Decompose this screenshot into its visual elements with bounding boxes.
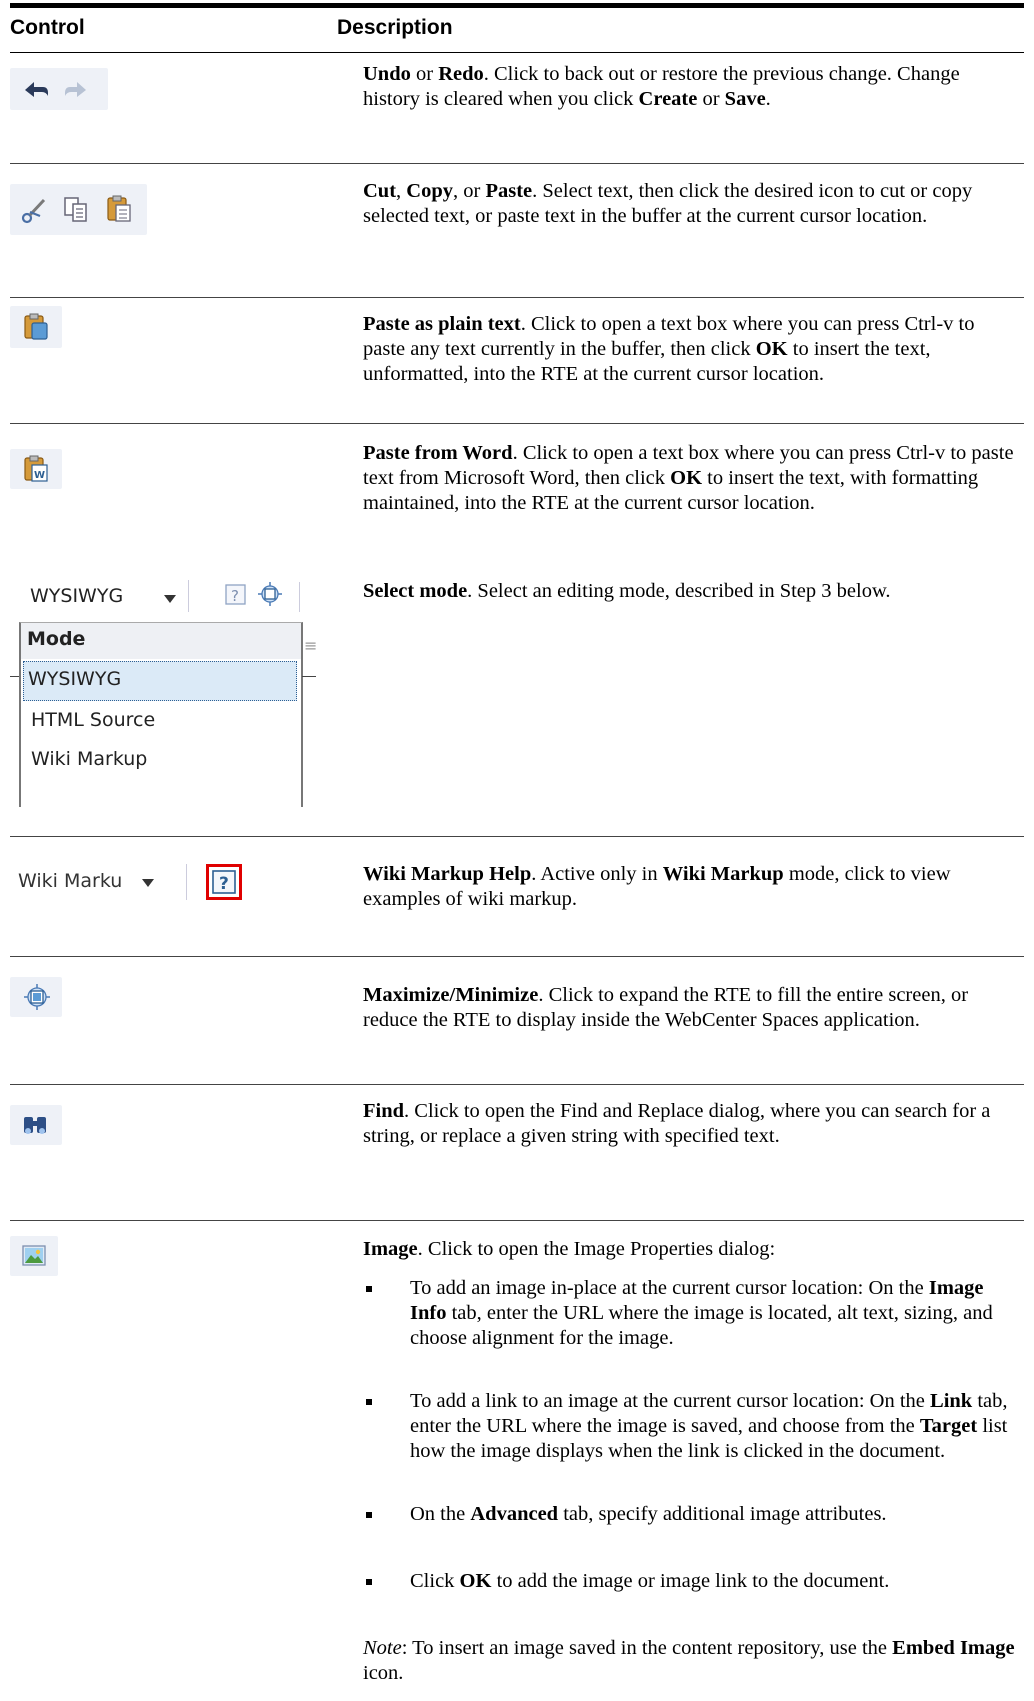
help-icon[interactable]: ?: [209, 867, 239, 897]
row-divider: [10, 297, 1024, 298]
mode-select-value[interactable]: WYSIWYG: [30, 585, 123, 607]
row-divider: [10, 956, 1024, 957]
svg-text:W: W: [34, 470, 45, 481]
mode-dropdown-menu: Mode WYSIWYG HTML Source Wiki Markup: [19, 622, 303, 807]
find-icon[interactable]: [21, 1111, 51, 1141]
maximize-minimize-description: Maximize/Minimize. Click to expand the R…: [363, 984, 969, 1031]
mode-option-wiki-markup[interactable]: Wiki Markup: [31, 748, 147, 770]
maximize-icon-box: [10, 977, 62, 1017]
bullet-icon: [366, 1579, 372, 1585]
maximize-icon[interactable]: [257, 581, 283, 607]
paste-from-word-description: Paste from Word. Click to open a text bo…: [363, 442, 1014, 514]
svg-text:?: ?: [231, 587, 239, 605]
header-rule: [10, 52, 1024, 53]
mode-menu-header: Mode: [27, 628, 86, 650]
row-divider: [10, 836, 1024, 837]
column-header-control: Control: [10, 16, 85, 39]
image-description: Image. Click to open the Image Propertie…: [363, 1238, 776, 1260]
paste-icon[interactable]: [105, 194, 135, 224]
bullet-icon: [366, 1399, 372, 1405]
redo-icon[interactable]: [60, 68, 100, 110]
mode-option-wysiwyg[interactable]: WYSIWYG: [23, 661, 297, 701]
find-icon-box: [10, 1105, 62, 1145]
mode-selector-screenshot: WYSIWYG ? Mode WYSIWYG HTML Source Wiki …: [10, 574, 340, 807]
select-mode-description: Select mode. Select an editing mode, des…: [363, 580, 891, 602]
undo-redo-icons: [10, 68, 108, 110]
help-icon[interactable]: ?: [224, 583, 248, 607]
cut-icon[interactable]: [20, 196, 50, 226]
table-top-rule: [10, 3, 1024, 8]
copy-icon[interactable]: [62, 195, 92, 225]
bullet-icon: [366, 1286, 372, 1292]
image-icon-box: [10, 1236, 58, 1276]
row-divider: [10, 423, 1024, 424]
paste-plain-text-icon[interactable]: [22, 312, 52, 342]
maximize-icon[interactable]: [22, 982, 52, 1012]
image-note: Note: To insert an image saved in the co…: [363, 1637, 1015, 1684]
wiki-markup-help-description: Wiki Markup Help. Active only in Wiki Ma…: [363, 863, 951, 910]
row-divider: [10, 163, 1024, 164]
svg-text:?: ?: [219, 874, 229, 894]
paste-from-word-icon-box: W: [10, 449, 62, 489]
help-highlight-box: ?: [206, 864, 242, 900]
row-divider: [10, 1220, 1024, 1221]
chevron-down-icon[interactable]: [162, 593, 178, 605]
image-icon[interactable]: [20, 1241, 50, 1271]
column-header-description: Description: [337, 16, 453, 39]
paste-plain-text-description: Paste as plain text. Click to open a tex…: [363, 313, 975, 385]
undo-redo-description: Undo or Redo. Click to back out or resto…: [363, 63, 960, 110]
mode-option-html-source[interactable]: HTML Source: [31, 709, 155, 731]
paste-from-word-icon[interactable]: W: [22, 454, 52, 484]
row-divider: [10, 1084, 1024, 1085]
cut-copy-paste-description: Cut, Copy, or Paste. Select text, then c…: [363, 180, 973, 227]
paste-plain-text-icon-box: [10, 306, 62, 348]
find-description: Find. Click to open the Find and Replace…: [363, 1100, 991, 1147]
wiki-mode-select-value[interactable]: Wiki Marku: [18, 870, 122, 892]
cut-copy-paste-icons: [10, 184, 147, 235]
wiki-markup-help-screenshot: Wiki Marku ?: [10, 857, 255, 906]
chevron-down-icon[interactable]: [140, 877, 156, 889]
bullet-icon: [366, 1512, 372, 1518]
